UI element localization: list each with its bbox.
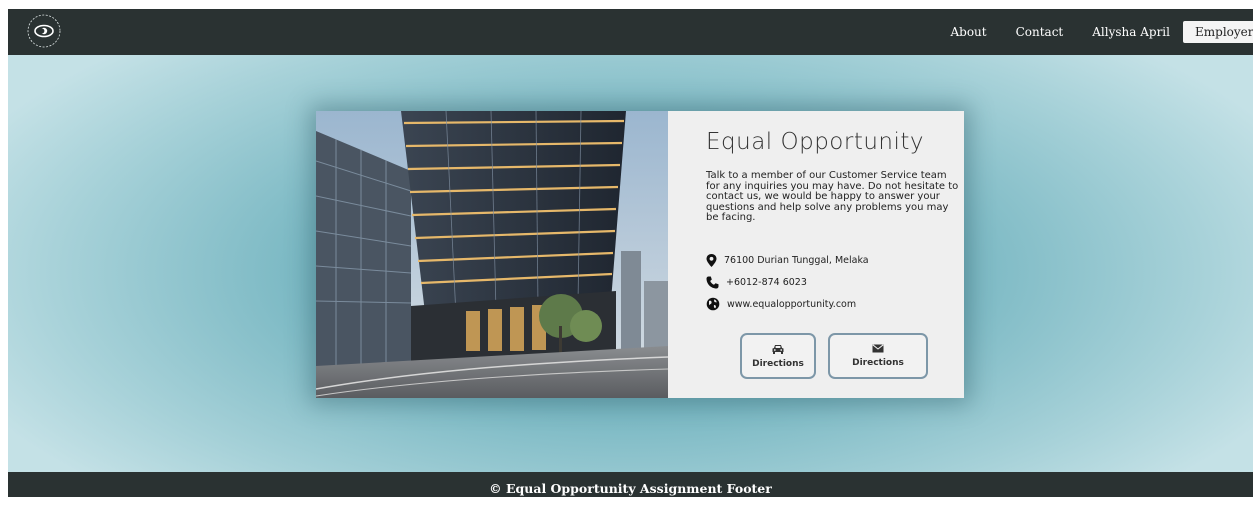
car-icon xyxy=(772,344,784,354)
logo-icon[interactable] xyxy=(26,13,62,49)
directions-car-button[interactable]: Directions xyxy=(740,333,816,379)
directions-car-label: Directions xyxy=(752,358,804,369)
directions-mail-button[interactable]: Directions xyxy=(828,333,928,379)
contact-card: Equal Opportunity Talk to a member of ou… xyxy=(316,111,964,398)
footer-text: © Equal Opportunity Assignment Footer xyxy=(489,481,772,496)
building-photo xyxy=(316,111,668,398)
location-pin-icon xyxy=(706,254,717,267)
contact-info-panel: Equal Opportunity Talk to a member of ou… xyxy=(668,111,964,398)
nav-about[interactable]: About xyxy=(950,25,986,39)
nav-user[interactable]: Allysha April xyxy=(1092,25,1170,39)
card-description: Talk to a member of our Customer Service… xyxy=(706,170,959,223)
website-row: www.equalopportunity.com xyxy=(706,297,856,311)
nav-contact[interactable]: Contact xyxy=(1016,25,1064,39)
address-row: 76100 Durian Tunggal, Melaka xyxy=(706,254,869,267)
phone-text[interactable]: +6012-874 6023 xyxy=(726,277,807,288)
address-text: 76100 Durian Tunggal, Melaka xyxy=(724,255,869,266)
nav-employer-button[interactable]: Employer xyxy=(1183,21,1253,43)
phone-row: +6012-874 6023 xyxy=(706,276,807,289)
phone-icon xyxy=(706,276,719,289)
directions-mail-label: Directions xyxy=(852,358,904,368)
envelope-icon xyxy=(872,344,884,353)
card-title: Equal Opportunity xyxy=(706,129,925,155)
nav-links: About Contact Allysha April Employer xyxy=(950,9,1253,55)
hero-background: Equal Opportunity Talk to a member of ou… xyxy=(8,55,1253,472)
globe-icon xyxy=(706,297,720,311)
top-navbar: About Contact Allysha April Employer xyxy=(8,9,1253,55)
website-link[interactable]: www.equalopportunity.com xyxy=(727,299,856,310)
footer: © Equal Opportunity Assignment Footer xyxy=(8,472,1253,497)
